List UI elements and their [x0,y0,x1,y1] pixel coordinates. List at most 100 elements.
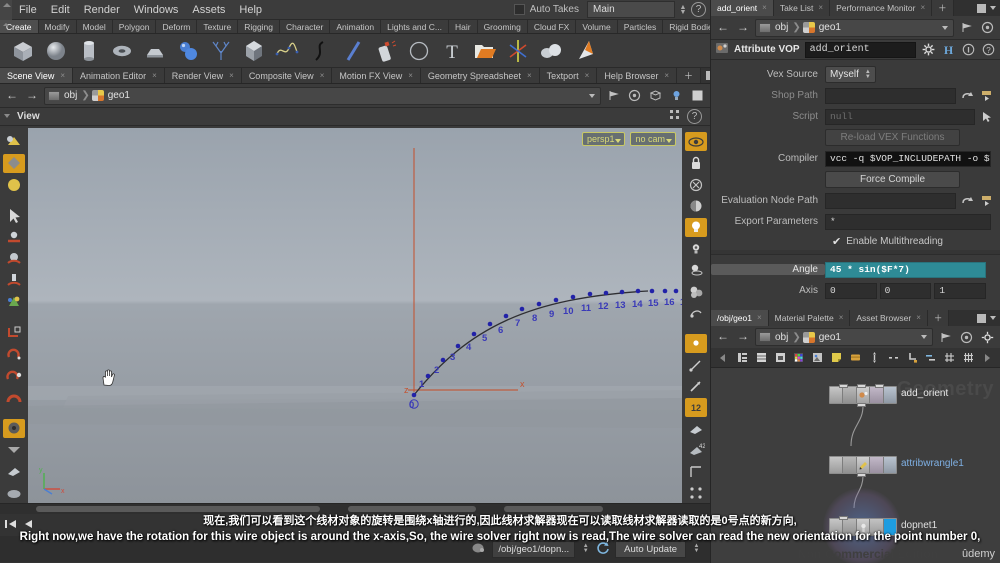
reload-vex-functions-button[interactable]: Re-load VEX Functions [825,129,960,146]
axis-x-input[interactable]: 0 [825,282,877,299]
grid-icon[interactable] [942,350,957,365]
close-icon[interactable]: × [408,68,413,84]
grid-icon[interactable] [140,36,170,66]
breadcrumb-geo1[interactable]: geo1 [817,22,843,33]
forward-button[interactable]: → [24,88,40,104]
node-input-flag-3[interactable] [875,384,884,388]
select-arrow-icon[interactable] [3,206,25,226]
pane-tab-textport[interactable]: Textport × [539,68,598,84]
network-editor-graph[interactable]: Geometry add_orient attribwrangle1 dopne… [711,368,1000,563]
target-icon[interactable] [958,329,975,346]
shelf-tab-model[interactable]: Model [76,20,113,33]
note-icon[interactable] [829,350,844,365]
tab-add-orient[interactable]: add_orient × [711,0,774,16]
shelf-tab-rigging[interactable]: Rigging [238,20,281,33]
ghost-display-icon[interactable] [3,462,25,482]
blob-icon[interactable] [536,36,566,66]
forward-button[interactable]: → [735,329,751,345]
choose-node-icon[interactable] [979,88,994,103]
parameter-path-field[interactable]: obj ❯ geo1 [755,18,954,37]
close-icon[interactable]: × [762,0,767,16]
headlight-icon[interactable] [685,217,707,238]
close-icon[interactable]: × [152,68,157,84]
shelf-tab-grooming[interactable]: Grooming [477,20,528,33]
cook-icon[interactable] [471,541,487,558]
menu-render[interactable]: Render [77,0,127,20]
vex-source-dropdown[interactable]: Myself ▲ ▼ [825,66,876,83]
shadow-icon[interactable] [685,196,707,215]
menubar-handle[interactable] [0,0,12,20]
close-icon[interactable]: × [664,68,669,84]
scrollbar-thumb-3[interactable] [504,506,604,512]
network-tab-obj-geo1[interactable]: /obj/geo1 × [711,310,769,326]
gear-icon[interactable] [979,329,996,346]
tab-performance-monitor[interactable]: Performance Monitor × [830,0,933,16]
node-output-flag[interactable] [857,535,866,539]
network-path-field[interactable]: obj ❯ geo1 [755,328,933,346]
edit-script-icon[interactable] [979,109,994,124]
pane-tab-help-browser[interactable]: Help Browser × [597,68,678,84]
shelf-tab-volume[interactable]: Volume [576,20,618,33]
shelf-tab-animation[interactable]: Animation [330,20,382,33]
light-flag-icon[interactable] [668,87,685,104]
play-icon[interactable] [980,350,995,365]
menu-assets[interactable]: Assets [185,0,232,20]
material-mode-icon[interactable] [3,175,25,195]
gear-icon[interactable] [921,42,936,57]
close-icon[interactable]: × [585,68,590,84]
help-icon[interactable]: ? [981,42,996,57]
param-enable-multithreading[interactable]: ✔ Enable Multithreading [832,233,1000,250]
close-icon[interactable]: × [839,310,844,326]
viewer-help-icon[interactable]: ? [687,109,702,124]
vectors-icon[interactable] [685,377,707,396]
script-input[interactable]: null [825,108,975,125]
take-selector[interactable]: Main [587,1,675,18]
shelf-tab-cloudfx[interactable]: Cloud FX [527,20,577,33]
node-body[interactable] [829,456,897,474]
viewport-toggle-icon[interactable] [689,87,706,104]
back-button[interactable]: ← [715,20,731,36]
houdini-h-icon[interactable]: H [941,42,956,57]
node-attribwrangle1[interactable]: attribwrangle1 [829,456,964,477]
no-shadow-icon[interactable] [685,175,707,194]
shelf-tab-particles[interactable]: Particles [617,20,664,33]
back-button[interactable]: ← [715,329,731,345]
viewer-menu-handle[interactable] [4,108,12,126]
menu-windows[interactable]: Windows [127,0,186,20]
align-icon[interactable] [867,350,882,365]
pin-icon[interactable] [937,329,954,346]
text-icon[interactable]: T [437,36,467,66]
node-body[interactable] [829,518,897,536]
jump-start-icon[interactable] [4,518,18,533]
pin-icon[interactable] [958,19,975,36]
material-preview-icon[interactable] [685,282,707,301]
cone-icon[interactable] [569,36,599,66]
viewport-camera-badge[interactable]: persp1 [581,132,626,146]
add-tab-button[interactable]: ＋ [932,0,954,16]
node-input-flag[interactable] [839,516,848,520]
shelf-tab-create[interactable]: Create [0,20,39,33]
palette-icon[interactable] [791,350,806,365]
menu-file[interactable]: File [12,0,44,20]
shelf-tab-hair[interactable]: Hair [448,20,478,33]
line-icon[interactable] [338,36,368,66]
refresh-icon[interactable] [596,541,610,558]
play-reverse-icon[interactable] [22,518,34,533]
display-options-icon[interactable] [3,418,25,439]
forward-button[interactable]: → [735,20,751,36]
chevron-down-icon[interactable] [3,440,25,460]
metaball-icon[interactable] [173,36,203,66]
layout-icon[interactable] [905,350,920,365]
choose-node-icon[interactable] [979,193,994,208]
update-mode-button[interactable]: Auto Update [615,540,686,558]
compiler-input[interactable]: vcc -q $VOP_INCLUDEPATH -o $VOP [825,150,991,167]
breadcrumb-obj[interactable]: obj [773,22,790,33]
chevron-down-icon[interactable] [921,335,927,339]
box-icon[interactable] [8,36,38,66]
pin-icon[interactable] [605,87,622,104]
snap-multi-icon[interactable] [3,388,25,408]
help-icon[interactable]: ? [691,2,706,17]
prim-numbers-icon[interactable]: 42 [685,441,707,460]
spray-paint-icon[interactable] [371,36,401,66]
grid2-icon[interactable] [961,350,976,365]
